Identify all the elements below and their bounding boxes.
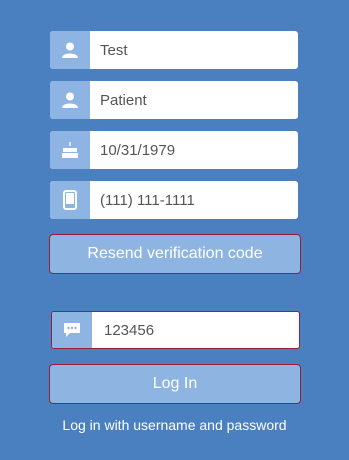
verification-code-field[interactable]: 123456 bbox=[51, 311, 300, 349]
dob-field[interactable]: 10/31/1979 bbox=[50, 131, 298, 169]
birthday-cake-icon bbox=[50, 131, 90, 169]
user-icon bbox=[50, 31, 90, 69]
verification-code-value: 123456 bbox=[104, 321, 155, 339]
last-name-value: Patient bbox=[100, 91, 147, 109]
user-icon bbox=[50, 81, 90, 119]
phone-field[interactable]: (111) 111-1111 bbox=[50, 181, 298, 219]
login-button[interactable]: Log In bbox=[49, 364, 301, 404]
mobile-phone-icon bbox=[50, 181, 90, 219]
resend-verification-button[interactable]: Resend verification code bbox=[49, 234, 301, 274]
phone-value: (111) 111-1111 bbox=[100, 191, 195, 209]
first-name-value: Test bbox=[100, 41, 128, 59]
dob-value: 10/31/1979 bbox=[100, 141, 176, 159]
first-name-field[interactable]: Test bbox=[50, 31, 298, 69]
username-password-login-link[interactable]: Log in with username and password bbox=[0, 417, 349, 433]
chat-bubble-icon bbox=[52, 312, 92, 348]
last-name-field[interactable]: Patient bbox=[50, 81, 298, 119]
